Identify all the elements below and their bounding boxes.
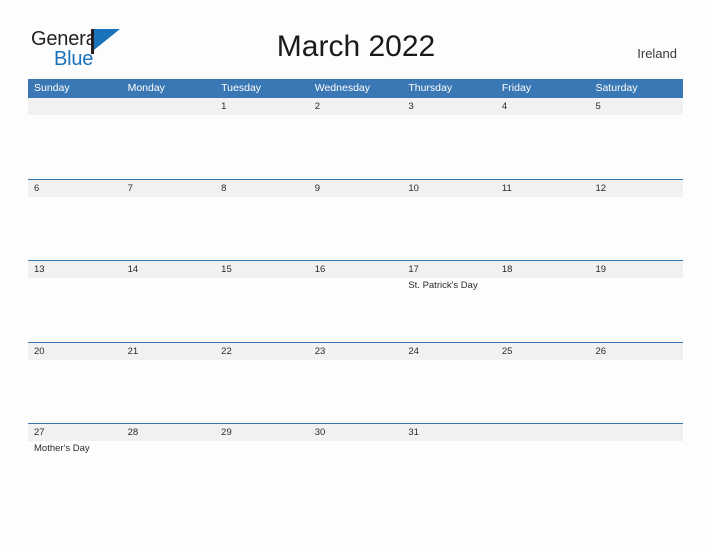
day-number[interactable]: 15	[215, 261, 309, 278]
day-event[interactable]	[28, 197, 122, 260]
day-event[interactable]	[309, 360, 403, 423]
day-event[interactable]	[309, 441, 403, 504]
day-number[interactable]: 19	[589, 261, 683, 278]
day-number[interactable]	[28, 98, 122, 115]
calendar-week-row: 20 21 22 23 24 25 26	[28, 341, 683, 424]
day-event-band	[28, 359, 683, 423]
day-event[interactable]	[589, 360, 683, 423]
day-event-band: St. Patrick's Day	[28, 278, 683, 341]
day-event[interactable]	[496, 115, 590, 178]
day-event[interactable]	[496, 278, 590, 341]
day-number[interactable]: 14	[122, 261, 216, 278]
day-number[interactable]: 22	[215, 343, 309, 360]
day-number-band: 6 7 8 9 10 11 12	[28, 179, 683, 197]
day-number[interactable]: 16	[309, 261, 403, 278]
day-event[interactable]	[402, 441, 496, 504]
calendar-week-row: 6 7 8 9 10 11 12	[28, 178, 683, 261]
day-number[interactable]: 9	[309, 180, 403, 197]
calendar-week-row: 27 28 29 30 31 Mother's Day	[28, 423, 683, 505]
day-event[interactable]	[122, 441, 216, 504]
day-number[interactable]	[589, 424, 683, 441]
day-number[interactable]: 25	[496, 343, 590, 360]
weekday-header-sunday: Sunday	[34, 82, 70, 94]
day-number[interactable]: 30	[309, 424, 403, 441]
day-number[interactable]: 5	[589, 98, 683, 115]
day-event[interactable]	[309, 115, 403, 178]
day-number[interactable]: 13	[28, 261, 122, 278]
day-event[interactable]	[122, 360, 216, 423]
day-event[interactable]	[309, 197, 403, 260]
day-event[interactable]	[215, 115, 309, 178]
day-number[interactable]: 6	[28, 180, 122, 197]
day-event-band: Mother's Day	[28, 441, 683, 504]
day-number[interactable]: 24	[402, 343, 496, 360]
day-event[interactable]	[122, 197, 216, 260]
weekday-header-friday: Friday	[501, 82, 532, 94]
day-number-band: 20 21 22 23 24 25 26	[28, 342, 683, 360]
weekday-header-row: Sunday Monday Tuesday Wednesday Thursday…	[28, 79, 683, 97]
day-number[interactable]: 11	[496, 180, 590, 197]
day-event[interactable]: St. Patrick's Day	[402, 278, 496, 341]
region-label: Ireland	[637, 46, 677, 61]
day-event[interactable]	[402, 115, 496, 178]
day-number[interactable]	[496, 424, 590, 441]
page-header: General Blue March 2022 Ireland	[0, 0, 712, 79]
day-event[interactable]	[122, 115, 216, 178]
calendar-week-row: 1 2 3 4 5	[28, 97, 683, 179]
page-title: March 2022	[276, 30, 436, 63]
calendar-grid: Sunday Monday Tuesday Wednesday Thursday…	[28, 79, 683, 505]
day-number[interactable]: 1	[215, 98, 309, 115]
day-event[interactable]	[402, 360, 496, 423]
day-number[interactable]: 18	[496, 261, 590, 278]
day-number[interactable]: 3	[402, 98, 496, 115]
day-number[interactable]: 17	[402, 261, 496, 278]
day-event[interactable]	[496, 197, 590, 260]
day-event[interactable]	[589, 441, 683, 504]
weekday-header-thursday: Thursday	[408, 82, 453, 94]
calendar-week-row: 13 14 15 16 17 18 19 St. Patrick's Day	[28, 260, 683, 342]
day-event[interactable]	[215, 278, 309, 341]
day-event[interactable]	[122, 278, 216, 341]
day-number[interactable]: 8	[215, 180, 309, 197]
day-number[interactable]: 10	[402, 180, 496, 197]
day-event-band	[28, 196, 683, 260]
weekday-header-wednesday: Wednesday	[314, 82, 370, 94]
day-number[interactable]: 23	[309, 343, 403, 360]
day-event[interactable]	[589, 278, 683, 341]
day-number[interactable]: 28	[122, 424, 216, 441]
weekday-header-saturday: Saturday	[595, 82, 638, 94]
day-number-band: 27 28 29 30 31	[28, 424, 683, 441]
day-event[interactable]	[496, 360, 590, 423]
day-event[interactable]	[589, 197, 683, 260]
day-number[interactable]: 7	[122, 180, 216, 197]
weekday-header-tuesday: Tuesday	[221, 82, 262, 94]
day-number[interactable]: 27	[28, 424, 122, 441]
day-event[interactable]: Mother's Day	[28, 441, 122, 504]
day-number-band: 1 2 3 4 5	[28, 98, 683, 115]
day-event[interactable]	[402, 197, 496, 260]
day-event[interactable]	[215, 360, 309, 423]
day-event[interactable]	[215, 197, 309, 260]
day-number[interactable]: 31	[402, 424, 496, 441]
day-number[interactable]: 4	[496, 98, 590, 115]
day-event[interactable]	[215, 441, 309, 504]
day-event[interactable]	[28, 360, 122, 423]
day-number[interactable]	[122, 98, 216, 115]
day-event[interactable]	[309, 278, 403, 341]
day-number[interactable]: 21	[122, 343, 216, 360]
day-number-band: 13 14 15 16 17 18 19	[28, 261, 683, 278]
day-event[interactable]	[28, 115, 122, 178]
day-event[interactable]	[496, 441, 590, 504]
day-number[interactable]: 2	[309, 98, 403, 115]
day-event-band	[28, 115, 683, 178]
day-number[interactable]: 12	[589, 180, 683, 197]
day-number[interactable]: 29	[215, 424, 309, 441]
day-event[interactable]	[589, 115, 683, 178]
day-number[interactable]: 26	[589, 343, 683, 360]
weekday-header-monday: Monday	[127, 82, 165, 94]
day-number[interactable]: 20	[28, 343, 122, 360]
day-event[interactable]	[28, 278, 122, 341]
